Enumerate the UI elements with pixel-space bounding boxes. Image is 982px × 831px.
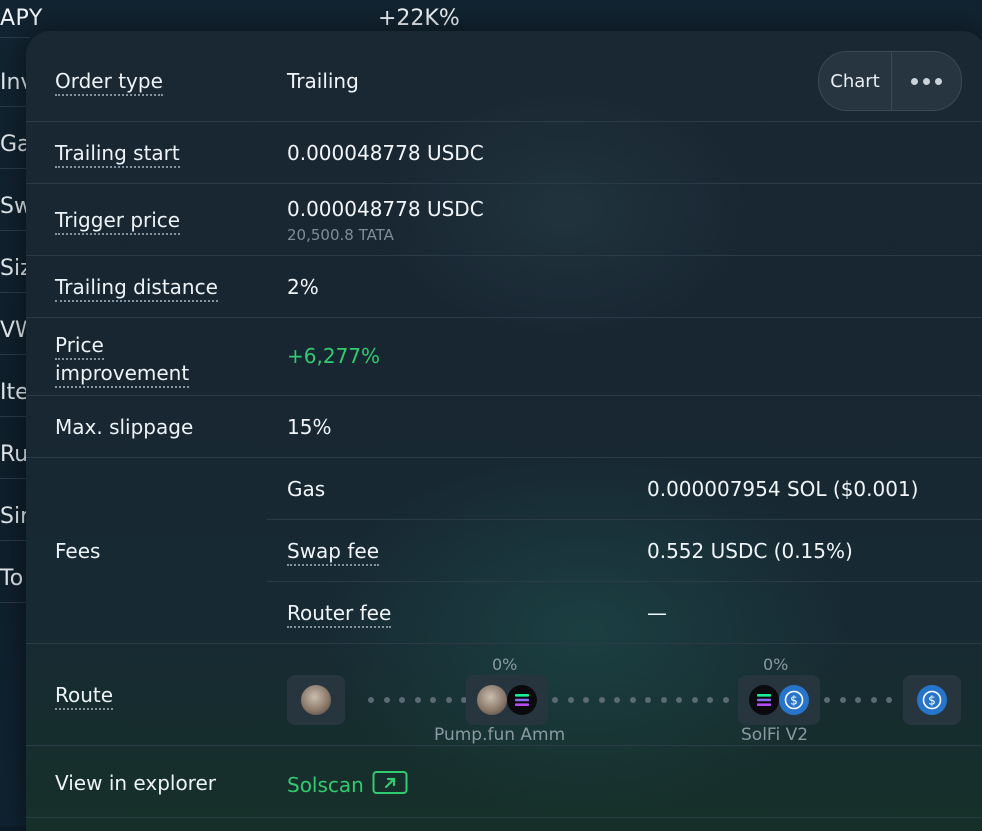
max-slippage-label: Max. slippage bbox=[55, 415, 194, 439]
chart-button[interactable]: Chart bbox=[819, 52, 892, 110]
route-path-dot bbox=[660, 697, 667, 703]
header-actions: Chart bbox=[818, 51, 962, 111]
order-type-label-text[interactable]: Order type bbox=[55, 69, 163, 96]
fees-label: Fees bbox=[55, 539, 101, 563]
trigger-price-sub: 20,500.8 TATA bbox=[287, 226, 394, 244]
route-path-dot bbox=[886, 697, 892, 703]
route-node-pumpfun-icons bbox=[477, 685, 537, 715]
swap-fee-label[interactable]: Swap fee bbox=[287, 539, 380, 566]
order-type-value: Trailing bbox=[287, 69, 359, 93]
route-path-dot bbox=[676, 697, 682, 703]
more-horizontal-icon bbox=[911, 77, 942, 85]
divider bbox=[26, 457, 982, 458]
trailing-start-label: Trailing start bbox=[55, 141, 180, 168]
route-path-dot bbox=[552, 697, 558, 703]
route-path-dot bbox=[399, 697, 405, 703]
price-improvement-label-line1[interactable]: Price bbox=[55, 333, 104, 360]
route-path-dot bbox=[707, 697, 713, 703]
route-path-dot bbox=[445, 697, 452, 703]
trigger-price-value: 0.000048778 USDC bbox=[287, 197, 484, 221]
route-path-dot bbox=[722, 697, 729, 703]
route-path-dot bbox=[383, 697, 390, 703]
solana-icon bbox=[749, 685, 779, 715]
route-hop-dex: SolFi V2 bbox=[741, 725, 809, 745]
route-node-solfi-icons: $ bbox=[749, 685, 809, 715]
apy-value: +22K% bbox=[378, 6, 460, 31]
trigger-price-label: Trigger price bbox=[55, 208, 181, 235]
route-path-dot bbox=[567, 697, 574, 703]
fee-name-router: Router fee bbox=[287, 601, 392, 628]
svg-text:$: $ bbox=[928, 694, 936, 708]
route-node-input-token[interactable] bbox=[287, 675, 345, 725]
usdc-icon: $ bbox=[779, 685, 809, 715]
route-path-dot bbox=[430, 697, 436, 703]
more-button[interactable] bbox=[892, 52, 961, 110]
divider bbox=[26, 183, 982, 184]
order-details-card: Order type Trailing Chart Trailing start… bbox=[26, 31, 982, 831]
route-hop-dex: Pump.fun Amm bbox=[434, 725, 566, 745]
route-path-dot bbox=[414, 697, 421, 703]
price-improvement-label: Price improvement bbox=[55, 331, 190, 388]
apy-label: APY bbox=[0, 6, 43, 31]
route-node-output-token[interactable]: $ bbox=[903, 675, 961, 725]
route-path-dot bbox=[839, 697, 846, 703]
route-label: Route bbox=[55, 683, 114, 710]
divider bbox=[267, 581, 982, 582]
solana-icon bbox=[507, 685, 537, 715]
divider bbox=[26, 317, 982, 318]
trailing-start-label-text[interactable]: Trailing start bbox=[55, 141, 180, 168]
divider bbox=[0, 37, 30, 38]
route-path-dot bbox=[614, 697, 620, 703]
svg-text:$: $ bbox=[790, 694, 798, 708]
trailing-distance-label: Trailing distance bbox=[55, 275, 218, 302]
router-fee-label[interactable]: Router fee bbox=[287, 601, 392, 628]
route-path-dot bbox=[368, 697, 374, 703]
solscan-link-text: Solscan bbox=[287, 772, 364, 797]
divider bbox=[26, 643, 982, 644]
divider bbox=[267, 519, 982, 520]
divider bbox=[26, 395, 982, 396]
route-path-dot bbox=[583, 697, 589, 703]
route-node-solfi[interactable]: $ bbox=[738, 675, 820, 725]
fee-value-gas: 0.000007954 SOL ($0.001) bbox=[647, 477, 919, 501]
route-path-dot bbox=[824, 697, 830, 703]
token-avatar-icon bbox=[301, 685, 331, 715]
fee-value-swap: 0.552 USDC (0.15%) bbox=[647, 539, 853, 563]
usdc-icon: $ bbox=[917, 685, 947, 715]
token-avatar-icon bbox=[477, 685, 507, 715]
price-improvement-value: +6,277% bbox=[287, 344, 381, 368]
fee-value-router: — bbox=[647, 601, 667, 625]
trigger-price-label-text[interactable]: Trigger price bbox=[55, 208, 181, 235]
order-type-label: Order type bbox=[55, 69, 163, 96]
external-link-icon bbox=[372, 769, 408, 800]
view-in-explorer-label: View in explorer bbox=[55, 771, 216, 795]
divider bbox=[26, 817, 982, 818]
trailing-distance-value: 2% bbox=[287, 275, 319, 299]
price-improvement-label-line2[interactable]: improvement bbox=[55, 361, 190, 388]
route-hop-percent: 0% bbox=[763, 655, 789, 674]
route-label-text[interactable]: Route bbox=[55, 683, 114, 710]
route-path-dot bbox=[645, 697, 651, 703]
route-path-dot bbox=[855, 697, 861, 703]
route-path-dot bbox=[691, 697, 698, 703]
route-path-dot bbox=[870, 697, 877, 703]
divider bbox=[26, 745, 982, 746]
route-node-pumpfun[interactable] bbox=[466, 675, 548, 725]
divider bbox=[26, 255, 982, 256]
fee-name-swap: Swap fee bbox=[287, 539, 380, 566]
route-path-dot bbox=[629, 697, 636, 703]
solscan-link[interactable]: Solscan bbox=[287, 769, 408, 800]
max-slippage-value: 15% bbox=[287, 415, 332, 439]
trailing-distance-label-text[interactable]: Trailing distance bbox=[55, 275, 218, 302]
fee-name-gas: Gas bbox=[287, 477, 326, 501]
divider bbox=[26, 121, 982, 122]
route-hop-percent: 0% bbox=[492, 655, 518, 674]
route-path-dot bbox=[598, 697, 605, 703]
trailing-start-value: 0.000048778 USDC bbox=[287, 141, 484, 165]
